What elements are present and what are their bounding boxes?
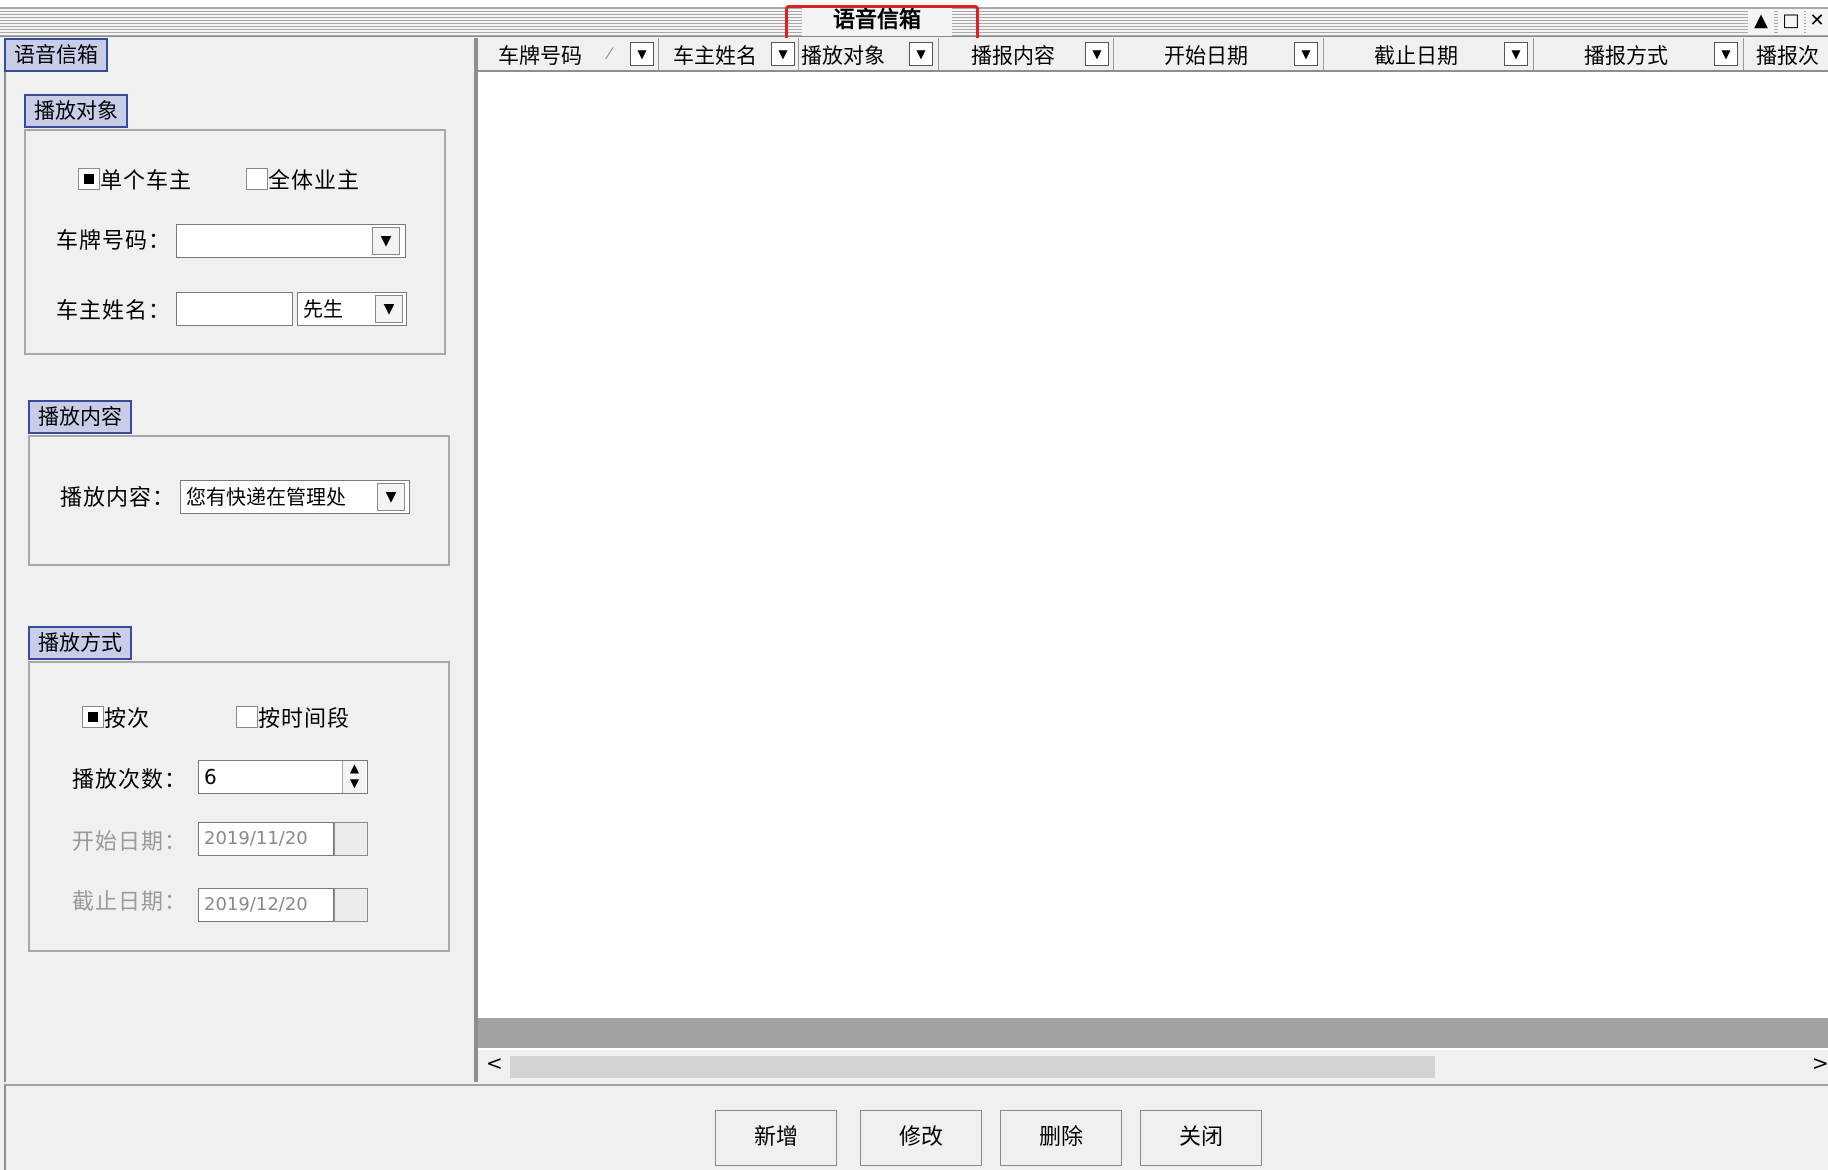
- content-group-label: 播放内容: [28, 400, 132, 434]
- sort-indicator-icon: ⁄: [608, 44, 611, 63]
- column-filter-chevron-icon[interactable]: ▼: [630, 42, 654, 66]
- chevron-down-icon[interactable]: ▼: [377, 483, 405, 511]
- edit-button[interactable]: 修改: [860, 1110, 982, 1166]
- records-grid[interactable]: 车牌号码 ⁄ ▼ 车主姓名 ▼ 播放对象 ▼ 播报内容 ▼ 开始日期 ▼ 截止日…: [476, 38, 1828, 1082]
- col-owner-name[interactable]: 车主姓名 ▼: [659, 38, 799, 70]
- owner-name-input[interactable]: [176, 292, 293, 326]
- grid-footer-band: [478, 1018, 1828, 1048]
- delete-button[interactable]: 删除: [1000, 1110, 1122, 1166]
- minimize-icon[interactable]: ▲: [1748, 9, 1774, 33]
- end-date-field: 2019/12/20: [198, 888, 334, 922]
- by-period-checkbox[interactable]: [236, 706, 258, 728]
- col-end-date[interactable]: 截止日期 ▼: [1324, 38, 1534, 70]
- end-date-label: 截止日期：: [72, 890, 188, 915]
- spinner-arrows-icon[interactable]: ▲ ▼: [342, 761, 366, 793]
- column-filter-chevron-icon[interactable]: ▼: [1504, 42, 1528, 66]
- column-filter-chevron-icon[interactable]: ▼: [1294, 42, 1318, 66]
- by-count-option[interactable]: 按次: [82, 701, 150, 733]
- owner-name-label: 车主姓名：: [56, 299, 172, 324]
- calendar-icon: [334, 888, 368, 922]
- method-group-label: 播放方式: [28, 626, 132, 660]
- all-owners-checkbox[interactable]: [246, 168, 268, 190]
- column-filter-chevron-icon[interactable]: ▼: [909, 42, 933, 66]
- single-owner-option[interactable]: 单个车主: [78, 163, 192, 195]
- content-select[interactable]: 您有快递在管理处: [180, 480, 410, 514]
- col-play-target[interactable]: 播放对象 ▼: [799, 38, 939, 70]
- column-filter-chevron-icon[interactable]: ▼: [1085, 42, 1109, 66]
- chevron-down-icon[interactable]: ▼: [372, 227, 400, 255]
- start-date-field: 2019/11/20: [198, 822, 334, 856]
- target-group-label: 播放对象: [24, 94, 128, 128]
- scroll-right-icon[interactable]: >: [1812, 1051, 1828, 1075]
- add-button[interactable]: 新增: [715, 1110, 837, 1166]
- col-broadcast-count[interactable]: 播报次: [1744, 38, 1828, 70]
- maximize-icon[interactable]: □: [1778, 9, 1804, 33]
- plate-label: 车牌号码：: [56, 229, 172, 254]
- column-filter-chevron-icon[interactable]: ▼: [771, 42, 795, 66]
- col-plate-number[interactable]: 车牌号码 ⁄ ▼: [478, 38, 659, 70]
- by-count-checkbox[interactable]: [82, 706, 104, 728]
- by-period-option[interactable]: 按时间段: [236, 701, 350, 733]
- all-owners-option[interactable]: 全体业主: [246, 163, 360, 195]
- calendar-icon: [334, 822, 368, 856]
- col-broadcast-content[interactable]: 播报内容 ▼: [939, 38, 1114, 70]
- grid-header: 车牌号码 ⁄ ▼ 车主姓名 ▼ 播放对象 ▼ 播报内容 ▼ 开始日期 ▼ 截止日…: [478, 38, 1828, 72]
- close-button[interactable]: 关闭: [1140, 1110, 1262, 1166]
- content-label: 播放内容：: [60, 486, 176, 511]
- single-owner-checkbox[interactable]: [78, 168, 100, 190]
- start-date-label: 开始日期：: [72, 830, 188, 855]
- col-start-date[interactable]: 开始日期 ▼: [1114, 38, 1324, 70]
- close-icon[interactable]: ✕: [1806, 9, 1828, 33]
- column-filter-chevron-icon[interactable]: ▼: [1714, 42, 1738, 66]
- panel-tab[interactable]: 语音信箱: [4, 38, 108, 72]
- scrollbar-thumb[interactable]: [510, 1056, 1435, 1078]
- col-broadcast-method[interactable]: 播报方式 ▼: [1534, 38, 1744, 70]
- chevron-down-icon[interactable]: ▼: [375, 295, 403, 323]
- scroll-left-icon[interactable]: <: [486, 1051, 503, 1075]
- count-label: 播放次数：: [72, 768, 188, 793]
- horizontal-scrollbar[interactable]: < >: [478, 1050, 1828, 1082]
